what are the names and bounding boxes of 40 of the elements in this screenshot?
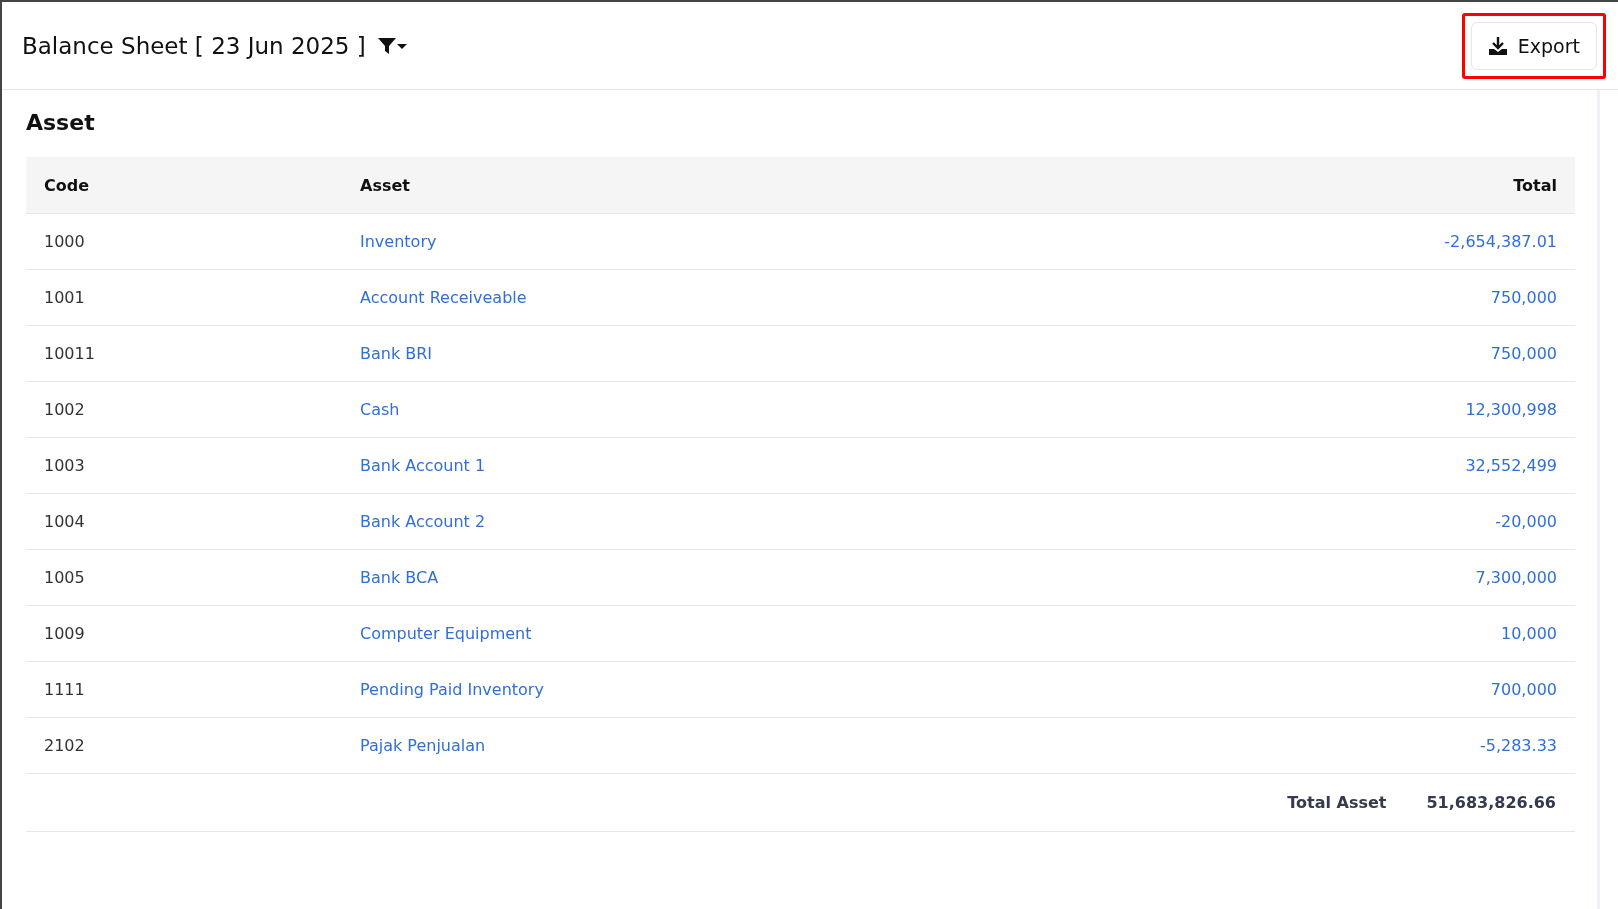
table-cell: -20,000 bbox=[1077, 493, 1575, 550]
account-link[interactable]: Bank BRI bbox=[360, 344, 433, 363]
table-cell: 10011 bbox=[26, 325, 342, 382]
table-cell: 1001 bbox=[26, 269, 342, 326]
table-cell: -5,283.33 bbox=[1077, 717, 1575, 774]
account-link[interactable]: Inventory bbox=[360, 232, 437, 251]
column-header: Total bbox=[1077, 157, 1575, 214]
total-value: 51,683,826.66 bbox=[1426, 793, 1556, 812]
table-cell: 2102 bbox=[26, 717, 342, 774]
account-link[interactable]: Bank BCA bbox=[360, 568, 439, 587]
table-cell: 1005 bbox=[26, 549, 342, 606]
table-cell: 700,000 bbox=[1077, 661, 1575, 718]
account-link[interactable]: Pending Paid Inventory bbox=[360, 680, 544, 699]
account-link[interactable]: Computer Equipment bbox=[360, 624, 532, 643]
table-cell: 1000 bbox=[26, 213, 342, 270]
account-link[interactable]: Bank Account 1 bbox=[360, 456, 486, 475]
table-cell: 32,552,499 bbox=[1077, 437, 1575, 494]
table-cell: 1111 bbox=[26, 661, 342, 718]
total-label: Total Asset bbox=[1287, 793, 1387, 812]
column-header: Asset bbox=[342, 157, 1078, 214]
table-cell: 1009 bbox=[26, 605, 342, 662]
account-link[interactable]: Account Receiveable bbox=[360, 288, 527, 307]
download-icon bbox=[1487, 35, 1508, 56]
table-cell: 750,000 bbox=[1077, 269, 1575, 326]
account-link[interactable]: Cash bbox=[360, 400, 400, 419]
page-title: Balance Sheet [ 23 Jun 2025 ] bbox=[22, 32, 366, 59]
section-title: Asset bbox=[26, 110, 96, 135]
table-cell: 750,000 bbox=[1077, 325, 1575, 382]
filter-dropdown-icon[interactable] bbox=[377, 36, 408, 55]
column-header: Code bbox=[26, 157, 342, 214]
table-cell: 1004 bbox=[26, 493, 342, 550]
table-cell: -2,654,387.01 bbox=[1077, 213, 1575, 270]
account-link[interactable]: Bank Account 2 bbox=[360, 512, 486, 531]
export-button[interactable]: Export bbox=[1470, 21, 1597, 70]
table-cell: 1002 bbox=[26, 381, 342, 438]
table-cell: 7,300,000 bbox=[1077, 549, 1575, 606]
account-link[interactable]: Pajak Penjualan bbox=[360, 736, 486, 755]
table-cell: 12,300,998 bbox=[1077, 381, 1575, 438]
table-cell: 10,000 bbox=[1077, 605, 1575, 662]
table-cell: 1003 bbox=[26, 437, 342, 494]
